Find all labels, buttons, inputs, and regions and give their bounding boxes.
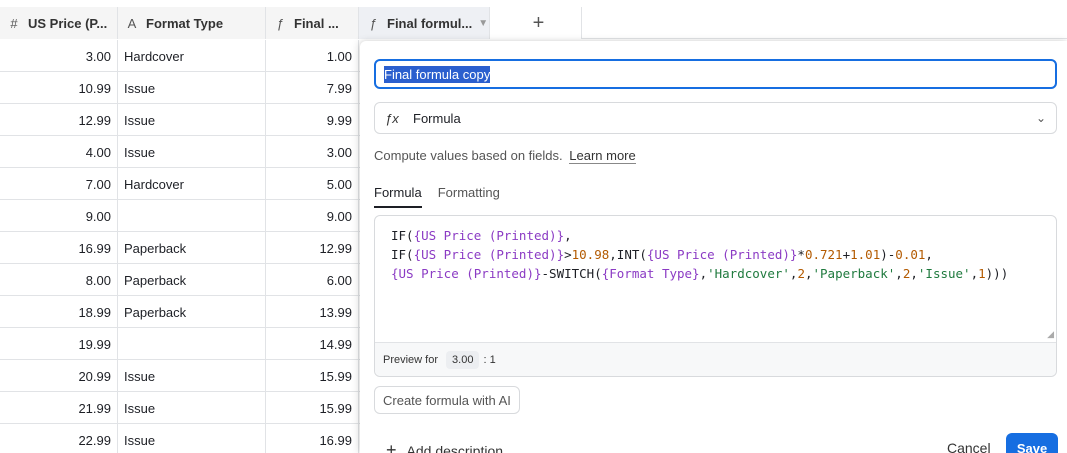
column-header-final-formula-copy[interactable]: ƒ Final formul... ▼ bbox=[359, 7, 490, 39]
price-cell[interactable]: 20.99 bbox=[0, 360, 118, 392]
format-type-cell[interactable]: Hardcover bbox=[118, 40, 266, 72]
price-cell[interactable]: 18.99 bbox=[0, 296, 118, 328]
final-cell[interactable]: 12.99 bbox=[266, 232, 359, 264]
chevron-down-icon: ⌄ bbox=[1035, 111, 1046, 125]
format-type-cell[interactable]: Issue bbox=[118, 136, 266, 168]
table-row[interactable]: 18.99 Paperback 13.99 bbox=[0, 296, 360, 328]
final-cell[interactable]: 14.99 bbox=[266, 328, 359, 360]
final-cell[interactable]: 16.99 bbox=[266, 424, 359, 453]
learn-more-link[interactable]: Learn more bbox=[569, 148, 636, 164]
price-cell[interactable]: 22.99 bbox=[0, 424, 118, 453]
final-cell[interactable]: 7.99 bbox=[266, 72, 359, 104]
preview-value[interactable]: 3.00 bbox=[446, 350, 480, 369]
format-type-cell[interactable]: Issue bbox=[118, 392, 266, 424]
field-name-input[interactable]: Final formula copy bbox=[374, 59, 1057, 89]
price-cell[interactable]: 8.00 bbox=[0, 264, 118, 296]
format-type-cell[interactable]: Paperback bbox=[118, 264, 266, 296]
format-type-cell[interactable]: Paperback bbox=[118, 296, 266, 328]
field-type-select[interactable]: ƒx Formula ⌄ bbox=[374, 102, 1057, 134]
format-type-cell[interactable] bbox=[118, 200, 266, 232]
chevron-down-icon[interactable]: ▼ bbox=[478, 18, 488, 29]
formula-line: {US Price (Printed)}-SWITCH({Format Type… bbox=[391, 266, 1009, 281]
final-cell[interactable]: 9.99 bbox=[266, 104, 359, 136]
preview-result: : 1 bbox=[483, 353, 496, 366]
price-cell[interactable]: 10.99 bbox=[0, 72, 118, 104]
formula-icon: ƒx bbox=[385, 110, 399, 126]
field-type-label: Formula bbox=[413, 110, 461, 126]
cancel-button[interactable]: Cancel bbox=[947, 440, 991, 453]
final-cell[interactable]: 6.00 bbox=[266, 264, 359, 296]
final-cell[interactable]: 9.00 bbox=[266, 200, 359, 232]
formula-line: IF({US Price (Printed)}>10.98,INT({US Pr… bbox=[391, 247, 933, 262]
field-editor-panel: Final formula copy ƒx Formula ⌄ Compute … bbox=[360, 41, 1067, 453]
resize-handle-icon[interactable]: ◢ bbox=[1047, 329, 1054, 340]
plus-icon: + bbox=[386, 440, 397, 453]
column-header-label: US Price (P... bbox=[28, 15, 108, 31]
table-row[interactable]: 4.00 Issue 3.00 bbox=[0, 136, 360, 168]
format-type-cell[interactable]: Issue bbox=[118, 360, 266, 392]
final-cell[interactable]: 3.00 bbox=[266, 136, 359, 168]
editor-tabs: Formula Formatting bbox=[374, 185, 500, 208]
grid-rows: 3.00 Hardcover 1.00 10.99 Issue 7.99 12.99 Issu… bbox=[0, 40, 360, 453]
add-description-label: Add description bbox=[406, 442, 504, 453]
formula-editor[interactable]: IF({US Price (Printed)}, IF({US Price (Pr… bbox=[374, 215, 1057, 377]
column-header-final[interactable]: ƒ Final ... bbox=[266, 7, 359, 39]
table-row[interactable]: 16.99 Paperback 12.99 bbox=[0, 232, 360, 264]
price-cell[interactable]: 4.00 bbox=[0, 136, 118, 168]
price-cell[interactable]: 19.99 bbox=[0, 328, 118, 360]
column-header-label: Final formul... bbox=[387, 15, 473, 31]
table-row[interactable]: 7.00 Hardcover 5.00 bbox=[0, 168, 360, 200]
grid-header: # US Price (P... A Format Type ƒ Final .… bbox=[0, 7, 1067, 39]
text-field-icon: A bbox=[127, 15, 137, 31]
format-type-cell[interactable] bbox=[118, 328, 266, 360]
format-type-cell[interactable]: Hardcover bbox=[118, 168, 266, 200]
formula-preview: Preview for 3.00 : 1 bbox=[375, 342, 1056, 376]
table-row[interactable]: 19.99 14.99 bbox=[0, 328, 360, 360]
tab-formatting[interactable]: Formatting bbox=[438, 185, 500, 208]
column-header-label: Final ... bbox=[294, 15, 339, 31]
formula-icon: ƒ bbox=[276, 15, 284, 31]
format-type-cell[interactable]: Issue bbox=[118, 424, 266, 453]
field-type-description: Compute values based on fields. Learn mo… bbox=[374, 148, 636, 164]
final-cell[interactable]: 1.00 bbox=[266, 40, 359, 72]
price-cell[interactable]: 21.99 bbox=[0, 392, 118, 424]
description-text: Compute values based on fields. bbox=[374, 148, 563, 163]
format-type-cell[interactable]: Paperback bbox=[118, 232, 266, 264]
create-formula-with-ai-button[interactable]: Create formula with AI bbox=[374, 386, 520, 414]
price-cell[interactable]: 12.99 bbox=[0, 104, 118, 136]
final-cell[interactable]: 5.00 bbox=[266, 168, 359, 200]
column-header-format-type[interactable]: A Format Type bbox=[118, 7, 266, 39]
table-row[interactable]: 8.00 Paperback 6.00 bbox=[0, 264, 360, 296]
table-row[interactable]: 20.99 Issue 15.99 bbox=[0, 360, 360, 392]
format-type-cell[interactable]: Issue bbox=[118, 104, 266, 136]
table-row[interactable]: 21.99 Issue 15.99 bbox=[0, 392, 360, 424]
add-column-button[interactable]: + bbox=[490, 7, 582, 39]
final-cell[interactable]: 13.99 bbox=[266, 296, 359, 328]
preview-label: Preview for bbox=[383, 353, 439, 366]
column-header-label: Format Type bbox=[146, 15, 224, 31]
price-cell[interactable]: 9.00 bbox=[0, 200, 118, 232]
formula-icon: ƒ bbox=[369, 15, 377, 31]
final-cell[interactable]: 15.99 bbox=[266, 392, 359, 424]
table-row[interactable]: 3.00 Hardcover 1.00 bbox=[0, 40, 360, 72]
tab-formula[interactable]: Formula bbox=[374, 185, 422, 208]
formula-line: IF({US Price (Printed)}, bbox=[391, 228, 572, 243]
final-cell[interactable]: 15.99 bbox=[266, 360, 359, 392]
format-type-cell[interactable]: Issue bbox=[118, 72, 266, 104]
column-header-us-price[interactable]: # US Price (P... bbox=[0, 7, 118, 39]
page: # US Price (P... A Format Type ƒ Final .… bbox=[0, 0, 1067, 453]
price-cell[interactable]: 3.00 bbox=[0, 40, 118, 72]
table-row[interactable]: 12.99 Issue 9.99 bbox=[0, 104, 360, 136]
table-row[interactable]: 9.00 9.00 bbox=[0, 200, 360, 232]
number-icon: # bbox=[10, 15, 18, 31]
price-cell[interactable]: 7.00 bbox=[0, 168, 118, 200]
price-cell[interactable]: 16.99 bbox=[0, 232, 118, 264]
table-row[interactable]: 22.99 Issue 16.99 bbox=[0, 424, 360, 453]
formula-code[interactable]: IF({US Price (Printed)}, IF({US Price (Pr… bbox=[391, 226, 1008, 283]
field-name-value: Final formula copy bbox=[384, 65, 491, 83]
save-button[interactable]: Save bbox=[1006, 433, 1058, 453]
table-row[interactable]: 10.99 Issue 7.99 bbox=[0, 72, 360, 104]
add-description-button[interactable]: + Add description bbox=[386, 440, 503, 453]
